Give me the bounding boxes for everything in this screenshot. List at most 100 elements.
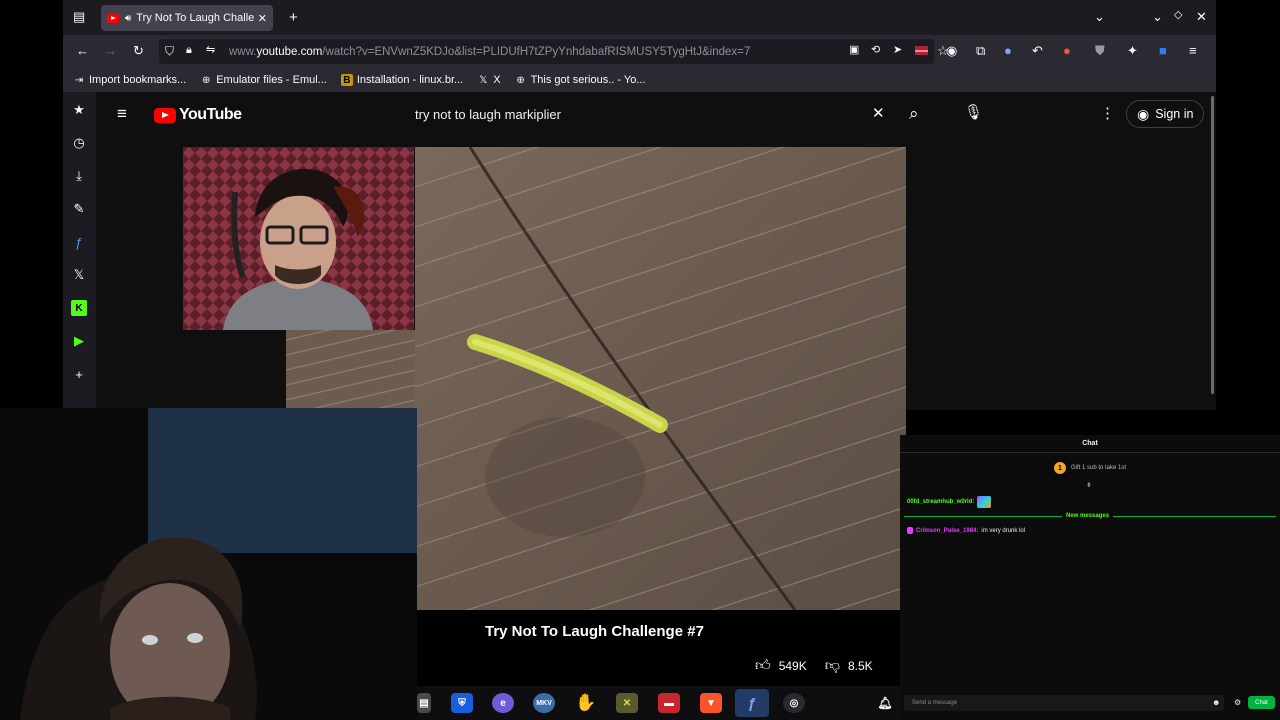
waving-hand-icon[interactable]: ✋ (575, 693, 597, 713)
bookmarks-star-icon[interactable]: ★ (71, 102, 87, 118)
microphone-icon[interactable]: 🎙︎ (964, 105, 983, 120)
x-icon: 𝕏 (479, 74, 488, 86)
maximize-icon[interactable]: ◇ (1174, 10, 1182, 21)
youtube-logo-icon (154, 107, 176, 123)
hamburger-menu-icon[interactable]: ≡ (117, 105, 127, 122)
puzzle-icon[interactable]: ✦ (1127, 44, 1138, 57)
like-count: 549K (778, 659, 807, 673)
tab-youtube[interactable]: 🔊︎ Try Not To Laugh Challe ✕ (101, 5, 273, 31)
files-icon[interactable]: ▤ (417, 693, 431, 713)
chat-text: im very drunk lol (981, 527, 1026, 534)
tab-bar: ▤ 🔊︎ Try Not To Laugh Challe ✕ + ⌄ ⌄ ◇ ✕ (63, 0, 1216, 35)
gift-text: Gift 1 sub to take 1st (1071, 465, 1127, 471)
play-icon[interactable]: ▶ (71, 333, 87, 349)
bookmark-x[interactable]: 𝕏 X (477, 74, 500, 86)
undo-icon[interactable]: ↶ (1032, 44, 1043, 57)
chat-username[interactable]: 00fd_streamhub_w0rld: (907, 499, 974, 505)
us-flag-icon[interactable] (915, 46, 928, 55)
url-path: /watch?v=ENVwnZ5KDJo&list=PLIDUfH7tZPyYn… (322, 45, 751, 58)
red-folder-icon[interactable]: ▬ (658, 693, 680, 713)
permissions-icon[interactable]: ⇋ (206, 45, 215, 56)
bookmark-label: Installation - linux.br... (356, 74, 464, 86)
obs-icon[interactable]: ◎ (783, 693, 805, 713)
close-tab-icon[interactable]: ✕ (258, 12, 267, 25)
add-panel-icon[interactable]: + (71, 366, 87, 382)
clear-search-icon[interactable]: ✕ (872, 106, 885, 121)
gift-sub-banner[interactable]: 1 Gift 1 sub to take 1st (1054, 462, 1126, 474)
close-window-icon[interactable]: ✕ (1196, 10, 1207, 23)
x-icon[interactable]: 𝕏 (71, 267, 87, 283)
menu-icon[interactable]: ≡ (1189, 44, 1197, 57)
scrollbar[interactable] (1211, 96, 1214, 394)
new-messages-label: New messages (1062, 513, 1114, 519)
bookmark-this-got-serious[interactable]: ⊕ This got serious.. - Yo... (515, 74, 645, 86)
account-icon[interactable]: ◉ (946, 44, 957, 57)
minimize-icon[interactable]: ⌄ (1152, 10, 1163, 23)
ublock-icon[interactable]: ⛊ (1095, 44, 1105, 57)
globe-icon: ⊕ (516, 74, 525, 86)
url-bar[interactable]: ⛉ 🔒︎ ⇋ www. youtube.com/watch?v=ENVwnZ5KD… (159, 39, 949, 64)
dislike-button[interactable]: 👎︎ 8.5K (825, 657, 873, 675)
bookmark-installation[interactable]: B Installation - linux.br... (340, 74, 464, 86)
url-prefix: www. (229, 45, 257, 58)
brave-icon[interactable]: ▼ (700, 693, 722, 713)
emote-picker-icon[interactable]: ☻ (1212, 698, 1220, 707)
thumbs-up-icon: 👍︎ (755, 657, 771, 674)
picture-in-picture-icon[interactable]: ▣ (849, 45, 859, 56)
import-icon: ⇥ (74, 74, 84, 86)
cross-app-icon[interactable]: ✕ (616, 693, 638, 713)
kick-icon[interactable]: K (71, 300, 87, 316)
downloads-icon[interactable]: ⤓ (71, 168, 87, 184)
chat-title: Chat (1082, 440, 1098, 447)
dislike-count: 8.5K (847, 659, 873, 673)
profile-extension-icon[interactable]: ● (1004, 44, 1012, 57)
speaker-icon[interactable]: 🔊︎ (125, 13, 131, 24)
extensions-icon[interactable]: ⧉ (976, 44, 985, 57)
youtube-logo[interactable]: YouTube (154, 106, 242, 124)
forward-icon[interactable]: → (104, 44, 117, 57)
globe-icon: ⊕ (202, 74, 211, 86)
video-player[interactable] (415, 147, 906, 610)
more-options-icon[interactable]: ⋮ (1100, 106, 1115, 121)
blue-extension-icon[interactable]: ■ (1159, 44, 1167, 57)
pen-icon[interactable]: ✎ (71, 201, 87, 217)
search-box[interactable] (405, 100, 835, 128)
translate-icon[interactable]: ⟲ (871, 45, 880, 56)
bookmark-import[interactable]: ⇥ Import bookmarks... (73, 74, 186, 86)
chat-message: 00fd_streamhub_w0rld: (907, 496, 992, 508)
chat-message-input[interactable]: Send a message ☻ (904, 695, 1224, 711)
send-icon[interactable]: ➤ (893, 45, 902, 56)
fedora-icon[interactable]: ƒ (71, 234, 87, 250)
tab-title: Try Not To Laugh Challe (136, 12, 254, 24)
new-tab-icon[interactable]: + (289, 10, 298, 25)
lock-icon[interactable]: 🔒︎ (186, 45, 192, 56)
orange-extension-icon[interactable]: ● (1063, 44, 1071, 57)
chat-input-placeholder: Send a message (912, 700, 958, 706)
reload-icon[interactable]: ↻ (133, 44, 144, 57)
pin-icon[interactable]: ⇟ (1086, 481, 1092, 489)
notification-bell-icon[interactable]: 🔔︎ (874, 693, 896, 713)
like-button[interactable]: 👍︎ 549K (755, 657, 807, 675)
bookmarks-bar: ⇥ Import bookmarks... ⊕ Emulator files -… (63, 68, 1216, 92)
chat-settings-icon[interactable]: ⚙ (1234, 698, 1241, 707)
tab-list-icon[interactable]: ▤ (73, 10, 85, 23)
mkv-icon[interactable]: MKV (533, 693, 555, 713)
fedora-app-icon[interactable]: ƒ (735, 689, 769, 717)
sign-in-button[interactable]: ◉ Sign in (1126, 100, 1205, 128)
taskbar: ▤ ⛨ e MKV ✋ ✕ ▬ ▼ ƒ ◎ 🔔︎ (417, 686, 900, 720)
back-icon[interactable]: ← (76, 44, 89, 57)
thumbs-down-icon: 👎︎ (824, 657, 840, 674)
search-icon[interactable]: ⌕ (909, 105, 919, 122)
browser-sidebar: ★ ◷ ⤓ ✎ ƒ 𝕏 K ▶ + (63, 92, 96, 410)
bookmark-emulator[interactable]: ⊕ Emulator files - Emul... (200, 74, 327, 86)
edge-icon[interactable]: e (492, 693, 514, 713)
history-icon[interactable]: ◷ (71, 135, 87, 151)
search-input[interactable] (415, 106, 795, 122)
chat-send-button[interactable]: Chat (1248, 696, 1275, 709)
tab-overflow-icon[interactable]: ⌄ (1094, 10, 1105, 23)
like-dislike-group: 👍︎ 549K 👎︎ 8.5K (755, 653, 873, 679)
shield-icon[interactable]: ⛉ (165, 45, 174, 57)
sign-in-label: Sign in (1155, 107, 1194, 121)
chat-username[interactable]: Crimson_Pulse_1984: (916, 528, 978, 534)
bitwarden-icon[interactable]: ⛨ (451, 693, 473, 713)
